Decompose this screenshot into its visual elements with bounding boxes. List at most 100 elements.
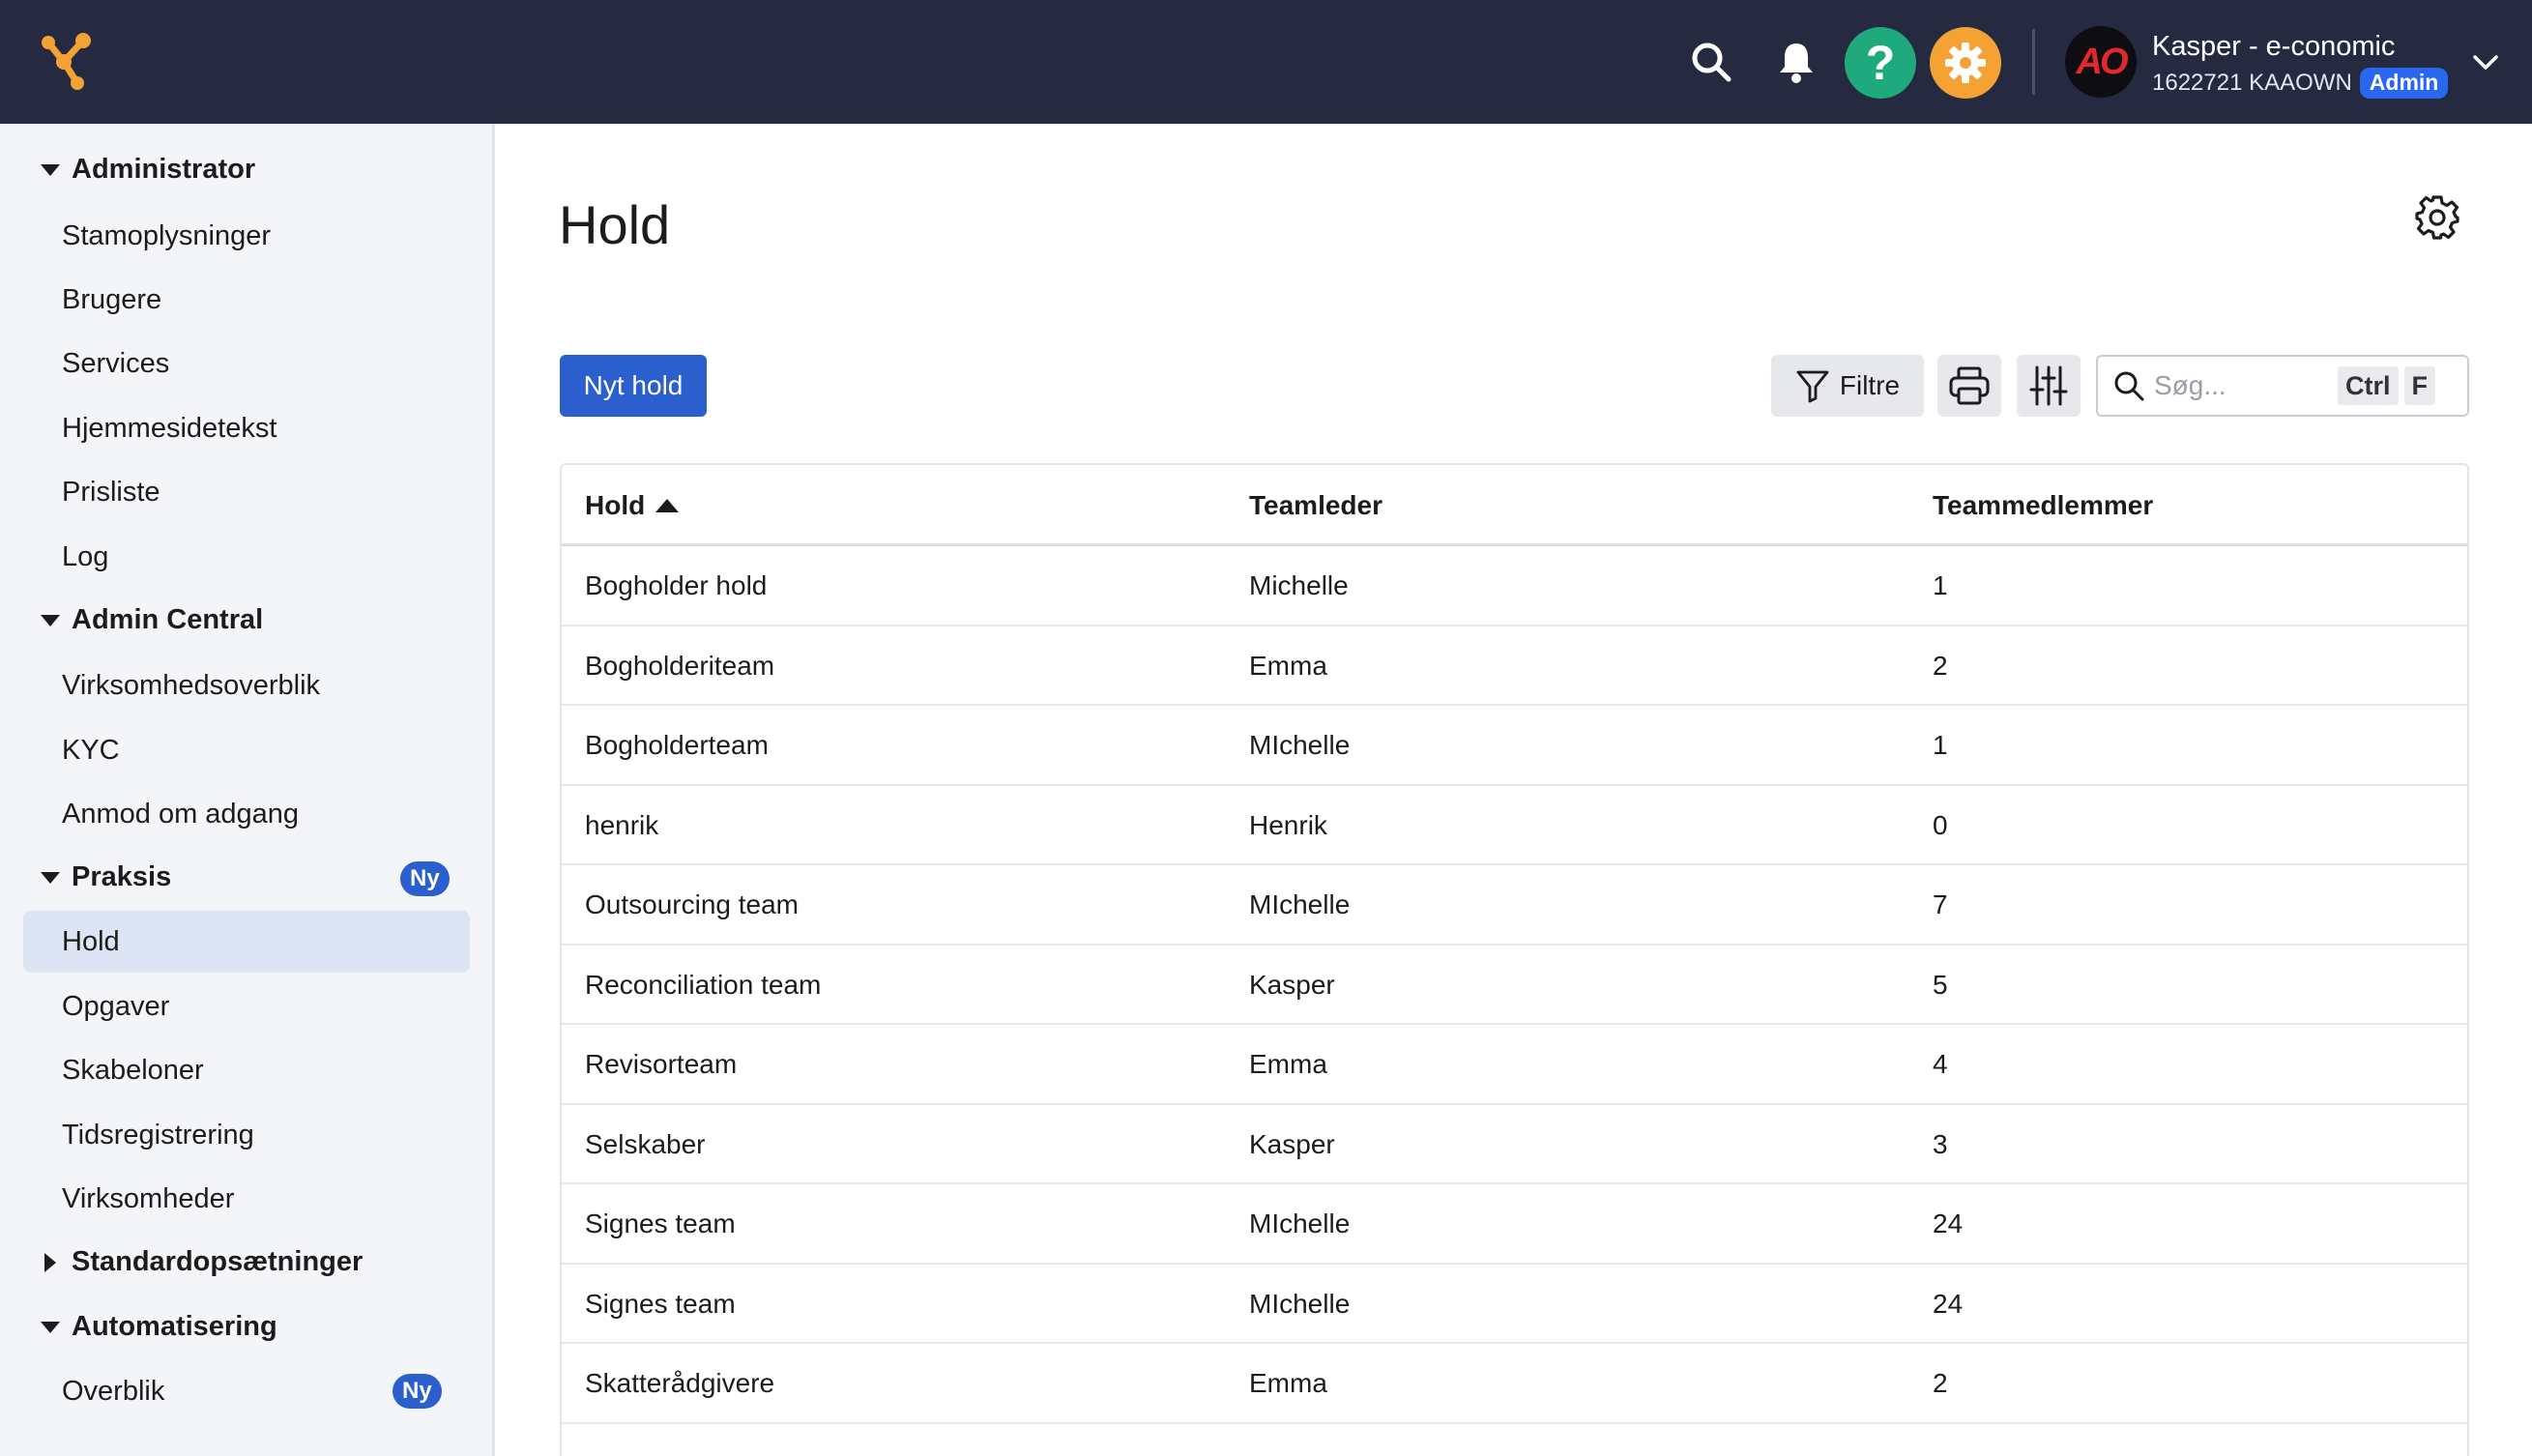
teams-table: Hold Teamleder Teammedlemmer Bogholder h… (560, 463, 2469, 1456)
table-row[interactable]: Bogholderiteam Emma 2 (562, 626, 2467, 706)
column-header-teammedlemmer[interactable]: Teammedlemmer (1933, 465, 2153, 546)
cell-teammedlemmer: 24 (1933, 1208, 1964, 1238)
printer-icon (1949, 366, 1990, 405)
table-row[interactable]: Selskaber Kasper 3 (562, 1105, 2467, 1184)
caret-down-icon (37, 864, 64, 891)
caret-down-icon (37, 1314, 64, 1341)
cell-hold: Bogholderteam (585, 730, 769, 760)
sidebar-item-opgaver[interactable]: Opgaver (23, 976, 470, 1037)
table-row[interactable]: Outsourcing team MIchelle 7 (562, 865, 2467, 946)
new-badge: Ny (400, 861, 450, 896)
notifications-bell-icon[interactable] (1761, 27, 1831, 97)
table-row[interactable]: Skatterådgivere Emma 2 (562, 1344, 2467, 1424)
cell-teammedlemmer: 24 (1933, 1288, 1964, 1319)
sidebar-item-tidsregistrering[interactable]: Tidsregistrering (23, 1104, 470, 1166)
table-row[interactable]: henrik Henrik 0 (562, 786, 2467, 865)
cell-teamleder: Emma (1249, 1368, 1327, 1398)
sidebar-item-anmod-om-adgang[interactable]: Anmod om adgang (23, 783, 470, 845)
new-team-button[interactable]: Nyt hold (560, 355, 707, 417)
sidebar-group-praksis[interactable]: Praksis (37, 861, 171, 893)
caret-down-icon (37, 157, 64, 184)
print-button[interactable] (1937, 355, 2001, 417)
sidebar-group-standardopsaetninger[interactable]: Standardopsætninger (37, 1246, 363, 1278)
table-row[interactable]: Revisorteam Emma 4 (562, 1025, 2467, 1105)
column-header-teamleder[interactable]: Teamleder (1249, 465, 1382, 546)
shortcut-f-key: F (2403, 366, 2435, 405)
sidebar-group-automatisering[interactable]: Automatisering (37, 1311, 277, 1343)
account-chevron-down-icon[interactable] (2469, 48, 2502, 75)
cell-teammedlemmer: 7 (1933, 889, 1948, 919)
cell-teamleder: MIchelle (1249, 730, 1351, 760)
search-input[interactable] (2154, 370, 2338, 401)
cell-teamleder: Emma (1249, 650, 1327, 681)
cell-teammedlemmer: 1 (1933, 730, 1948, 760)
column-header-hold[interactable]: Hold (585, 465, 680, 546)
settings-gear-icon[interactable] (1930, 27, 2001, 99)
app-logo-icon[interactable] (35, 31, 97, 93)
cell-teamleder: Emma (1249, 1049, 1327, 1079)
sidebar-group-label: Admin Central (72, 604, 264, 635)
help-symbol: ? (1865, 36, 1896, 90)
search-box[interactable]: Ctrl F (2096, 355, 2469, 417)
sidebar-item-virksomheder[interactable]: Virksomheder (23, 1168, 470, 1230)
cell-hold: Bogholderiteam (585, 650, 775, 681)
sidebar-group-label: Automatisering (72, 1311, 277, 1342)
cell-teamleder: MIchelle (1249, 889, 1351, 919)
new-badge: Ny (393, 1374, 442, 1409)
cell-hold: henrik (585, 809, 659, 840)
filter-button-label: Filtre (1839, 370, 1901, 400)
sidebar-group-admin-central[interactable]: Admin Central (37, 604, 263, 636)
shortcut-ctrl-key: Ctrl (2338, 366, 2399, 405)
sidebar-item-stamoplysninger[interactable]: Stamoplysninger (23, 205, 470, 267)
sidebar-item-hold[interactable]: Hold (23, 911, 470, 973)
sidebar-item-skabeloner[interactable]: Skabeloner (23, 1039, 470, 1101)
cell-teammedlemmer: 4 (1933, 1049, 1948, 1079)
sidebar-group-label: Administrator (72, 154, 256, 185)
cell-teammedlemmer: 2 (1933, 1368, 1948, 1398)
sidebar-item-services[interactable]: Services (23, 333, 470, 394)
cell-teammedlemmer: 2 (1933, 650, 1948, 681)
help-icon[interactable]: ? (1845, 27, 1916, 99)
column-settings-button[interactable] (2017, 355, 2081, 417)
table-header: Hold Teamleder Teammedlemmer (562, 465, 2467, 546)
sidebar-group-administrator[interactable]: Administrator (37, 154, 255, 186)
page-settings-gear-icon[interactable] (2413, 193, 2461, 242)
sidebar-group-label: Standardopsætninger (72, 1246, 364, 1277)
table-row[interactable]: Signes team MIchelle 24 (562, 1184, 2467, 1265)
cell-hold: Outsourcing team (585, 889, 799, 919)
sidebar: Administrator Stamoplysninger Brugere Se… (0, 124, 495, 1456)
global-search-icon[interactable] (1676, 27, 1746, 97)
cell-teamleder: MIchelle (1249, 1208, 1351, 1238)
sidebar-item-log[interactable]: Log (23, 526, 470, 588)
filter-funnel-icon (1796, 370, 1829, 403)
search-icon (2114, 371, 2144, 401)
cell-teammedlemmer: 5 (1933, 969, 1948, 1000)
sidebar-item-kyc[interactable]: KYC (23, 719, 470, 781)
table-row[interactable]: Bogholderteam MIchelle 1 (562, 706, 2467, 786)
sort-ascending-icon (655, 499, 680, 512)
table-row[interactable]: Reconciliation team Kasper 5 (562, 946, 2467, 1025)
cell-teammedlemmer: 1 (1933, 570, 1948, 600)
sliders-icon (2029, 365, 2068, 406)
sidebar-item-prisliste[interactable]: Prisliste (23, 461, 470, 523)
table-row[interactable]: Signes team MIchelle 24 (562, 1265, 2467, 1344)
top-divider (2032, 29, 2035, 95)
sidebar-group-label: Praksis (72, 861, 172, 892)
cell-hold: Revisorteam (585, 1049, 738, 1079)
page-title: Hold (559, 194, 671, 255)
caret-right-icon (37, 1249, 64, 1276)
cell-teammedlemmer: 0 (1933, 809, 1948, 840)
sidebar-item-hjemmesidetekst[interactable]: Hjemmesidetekst (23, 397, 470, 459)
sidebar-item-virksomhedsoverblik[interactable]: Virksomhedsoverblik (23, 655, 470, 716)
company-avatar[interactable]: AO (2065, 26, 2137, 98)
avatar-text: AO (2076, 41, 2129, 82)
cell-teamleder: MIchelle (1249, 1288, 1351, 1319)
table-row[interactable]: Bogholder hold Michelle 1 (562, 546, 2467, 626)
cell-hold: Signes team (585, 1288, 736, 1319)
top-bar: ? AO Kasper - e-conomic 1622721 KAAOWN A… (0, 0, 2532, 124)
account-id-line: 1622721 KAAOWN Admin (2152, 68, 2449, 99)
account-name[interactable]: Kasper - e-conomic (2152, 31, 2395, 63)
sidebar-item-brugere[interactable]: Brugere (23, 269, 470, 331)
filter-button[interactable]: Filtre (1771, 355, 1924, 417)
caret-down-icon (37, 607, 64, 634)
